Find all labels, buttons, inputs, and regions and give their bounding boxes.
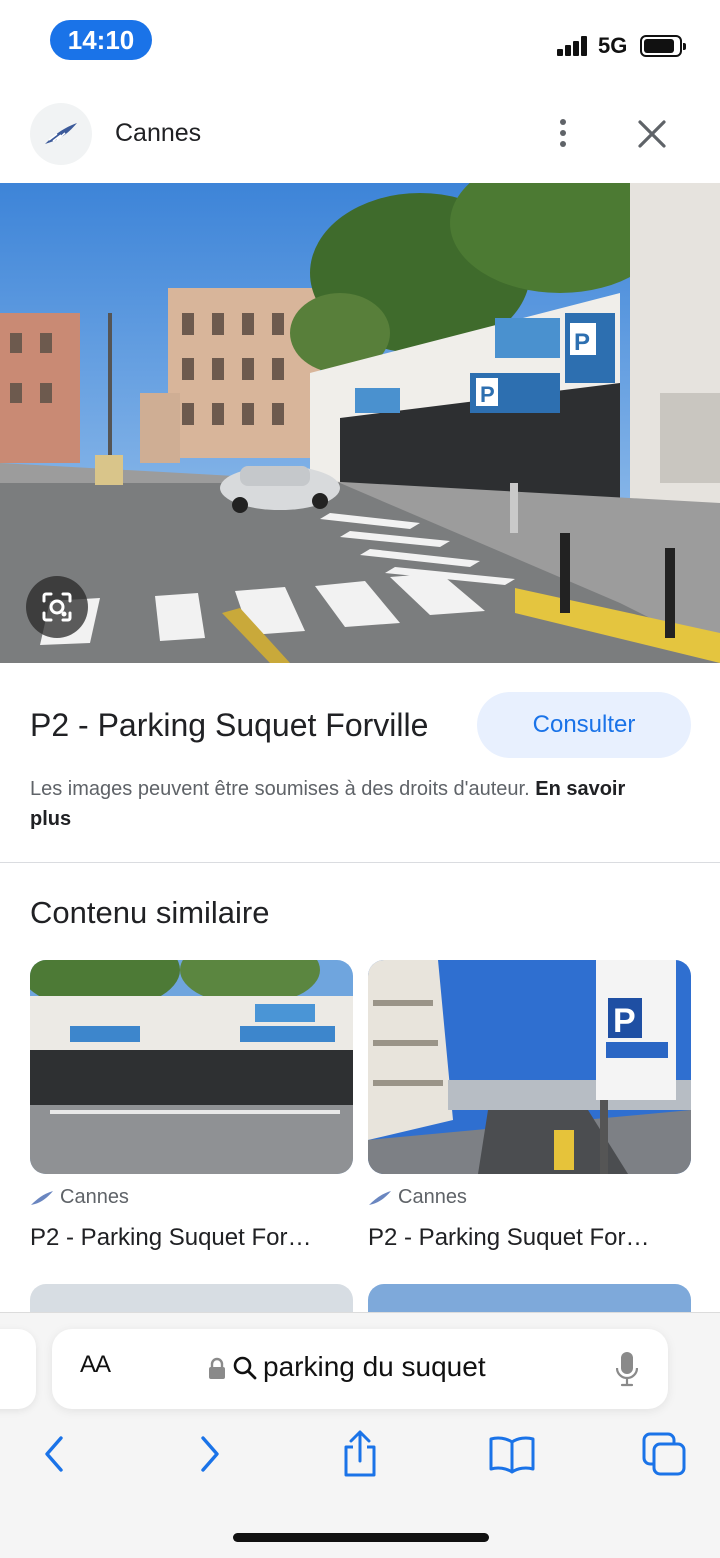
similar-item-card[interactable]: P Cannes P2 - Parking Suquet For… bbox=[368, 960, 691, 1251]
copyright-notice: Les images peuvent être soumises à des d… bbox=[30, 774, 670, 834]
similar-item-source-label: Cannes bbox=[398, 1186, 467, 1208]
text-size-button[interactable]: AA bbox=[80, 1351, 111, 1379]
address-bar[interactable]: AA parking du suquet bbox=[52, 1329, 668, 1409]
svg-text:P: P bbox=[613, 1002, 636, 1040]
bookmarks-icon[interactable] bbox=[488, 1428, 536, 1480]
lens-camera-icon[interactable] bbox=[26, 576, 88, 638]
result-header: Cannes bbox=[0, 95, 720, 175]
main-image[interactable]: P P bbox=[0, 183, 720, 663]
previous-tab-preview[interactable] bbox=[0, 1329, 36, 1409]
url-text[interactable]: parking du suquet bbox=[263, 1351, 486, 1383]
tabs-icon[interactable] bbox=[640, 1428, 688, 1480]
back-icon[interactable] bbox=[30, 1428, 78, 1480]
status-bar: 14:10 5G bbox=[0, 0, 720, 80]
svg-text:P: P bbox=[574, 329, 590, 356]
network-type: 5G bbox=[598, 33, 628, 58]
signal-strength-icon bbox=[557, 36, 591, 56]
home-indicator[interactable] bbox=[233, 1533, 489, 1542]
share-icon[interactable] bbox=[336, 1428, 384, 1480]
divider bbox=[0, 862, 720, 863]
svg-text:P: P bbox=[480, 382, 495, 407]
consult-button[interactable]: Consulter bbox=[477, 692, 691, 758]
battery-icon bbox=[640, 35, 686, 57]
feather-logo-icon bbox=[369, 1190, 391, 1205]
similar-item-thumbnail[interactable] bbox=[30, 960, 353, 1174]
similar-item-source: Cannes bbox=[368, 1186, 467, 1209]
lock-icon bbox=[209, 1357, 225, 1379]
similar-content-heading: Contenu similaire bbox=[30, 895, 270, 930]
feather-logo-icon bbox=[31, 1190, 53, 1205]
result-title: P2 - Parking Suquet Forville bbox=[30, 707, 429, 743]
similar-item-thumbnail[interactable]: P bbox=[368, 960, 691, 1174]
microphone-icon[interactable] bbox=[616, 1351, 638, 1387]
forward-icon[interactable] bbox=[186, 1428, 234, 1480]
similar-item-title[interactable]: P2 - Parking Suquet For… bbox=[30, 1224, 353, 1252]
header-title[interactable]: Cannes bbox=[115, 119, 201, 148]
close-icon[interactable] bbox=[634, 116, 670, 152]
similar-item-source: Cannes bbox=[30, 1186, 129, 1209]
search-icon bbox=[233, 1356, 257, 1380]
copyright-text: Les images peuvent être soumises à des d… bbox=[30, 778, 530, 800]
feather-logo-icon[interactable] bbox=[30, 103, 92, 165]
more-vertical-icon[interactable] bbox=[548, 113, 578, 153]
similar-item-card[interactable]: Cannes P2 - Parking Suquet For… bbox=[30, 960, 353, 1251]
similar-item-title[interactable]: P2 - Parking Suquet For… bbox=[368, 1224, 691, 1252]
similar-item-source-label: Cannes bbox=[60, 1186, 129, 1208]
status-time: 14:10 bbox=[50, 20, 152, 60]
